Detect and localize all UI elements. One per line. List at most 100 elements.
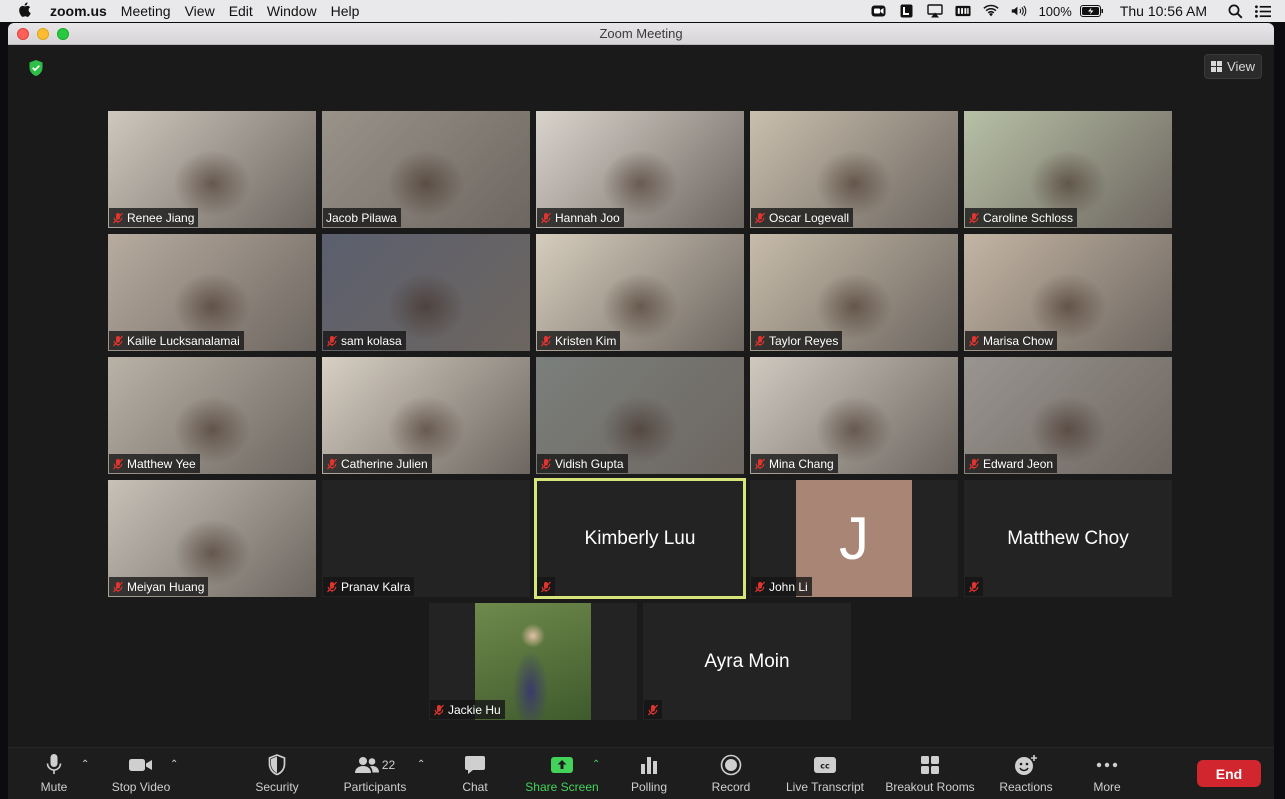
participant-tile-caroline-schloss[interactable]: Caroline Schloss <box>964 111 1172 228</box>
participant-name-tag <box>537 577 555 596</box>
video-gallery: View Renee Jiang Jacob Pilawa Hannah Joo Os… <box>8 45 1274 747</box>
muted-microphone-icon <box>754 212 766 224</box>
app-menu[interactable]: zoom.us <box>50 3 107 19</box>
participant-tile-hannah-joo[interactable]: Hannah Joo <box>536 111 744 228</box>
menu-meeting[interactable]: Meeting <box>121 3 171 19</box>
menubar-clock[interactable]: Thu 10:56 AM <box>1120 3 1207 19</box>
mute-label: Mute <box>40 780 68 794</box>
participant-name: Kristen Kim <box>555 333 617 348</box>
muted-microphone-icon <box>754 581 766 593</box>
security-shield-icon <box>268 752 286 778</box>
participant-tile-oscar-logevall[interactable]: Oscar Logevall <box>750 111 958 228</box>
participant-name-tag <box>965 577 983 596</box>
participant-name-tag: Oscar Logevall <box>751 208 854 227</box>
participant-name: Pranav Kalra <box>341 579 411 594</box>
polling-label: Polling <box>630 780 668 794</box>
window-close-button[interactable] <box>17 28 29 40</box>
video-options-caret[interactable]: ⌃ <box>170 759 178 770</box>
more-dots-icon <box>1096 752 1118 778</box>
window-maximize-button[interactable] <box>57 28 69 40</box>
participant-tile-matthew-yee[interactable]: Matthew Yee <box>108 357 316 474</box>
share-options-caret[interactable]: ⌃ <box>592 759 600 770</box>
notification-center-icon[interactable] <box>1255 4 1271 18</box>
security-button[interactable]: Security <box>252 752 302 798</box>
muted-microphone-icon <box>754 335 766 347</box>
participant-name-tag: Meiyan Huang <box>109 577 209 596</box>
stop-video-button[interactable]: Stop Video <box>110 752 172 798</box>
zoom-meeting-window: Zoom Meeting View Renee Jiang Jacob Pilaw… <box>8 23 1274 799</box>
end-meeting-button[interactable]: End <box>1197 760 1261 787</box>
participant-name: Matthew Yee <box>127 456 196 471</box>
participant-name-tag: Pranav Kalra <box>323 577 415 596</box>
participant-display-name: Matthew Choy <box>1007 527 1129 549</box>
mute-button[interactable]: Mute <box>37 752 71 798</box>
participant-tile-sam-kolasa[interactable]: sam kolasa <box>322 234 530 351</box>
participant-tile-marisa-chow[interactable]: Marisa Chow <box>964 234 1172 351</box>
participant-tile-jackie-hu[interactable]: Jackie Hu <box>429 603 637 720</box>
muted-microphone-icon <box>647 704 659 716</box>
view-button-label: View <box>1227 59 1255 74</box>
participant-tile-ayra-moin[interactable]: Ayra Moin <box>643 603 851 720</box>
apple-menu-icon[interactable] <box>18 1 40 21</box>
record-button[interactable]: Record <box>710 752 752 798</box>
participant-name-tag: Renee Jiang <box>109 208 199 227</box>
share-screen-icon <box>550 752 574 778</box>
participant-tile-kimberly-luu[interactable]: Kimberly Luu <box>534 478 746 599</box>
microphone-icon <box>46 752 62 778</box>
muted-microphone-icon <box>433 704 445 716</box>
volume-icon[interactable] <box>1011 4 1027 18</box>
participants-button[interactable]: 22 Participants <box>340 752 410 798</box>
participant-tile-taylor-reyes[interactable]: Taylor Reyes <box>750 234 958 351</box>
participant-name: Oscar Logevall <box>769 210 850 225</box>
grid-view-icon <box>1211 61 1223 72</box>
participant-name-tag: Hannah Joo <box>537 208 624 227</box>
window-titlebar: Zoom Meeting <box>8 23 1274 45</box>
participant-tile-edward-jeon[interactable]: Edward Jeon <box>964 357 1172 474</box>
window-minimize-button[interactable] <box>37 28 49 40</box>
participant-tile-kristen-kim[interactable]: Kristen Kim <box>536 234 744 351</box>
view-button[interactable]: View <box>1204 54 1262 79</box>
wifi-icon[interactable] <box>982 4 999 18</box>
participant-tile-mina-chang[interactable]: Mina Chang <box>750 357 958 474</box>
participants-options-caret[interactable]: ⌃ <box>417 759 425 770</box>
participant-tile-pranav-kalra[interactable]: Pranav Kalra <box>322 480 530 597</box>
muted-microphone-icon <box>968 212 980 224</box>
muted-microphone-icon <box>754 458 766 470</box>
menu-help[interactable]: Help <box>331 3 360 19</box>
menu-view[interactable]: View <box>185 3 215 19</box>
participant-name: sam kolasa <box>341 333 402 348</box>
participant-tile-jacob-pilawa[interactable]: Jacob Pilawa <box>322 111 530 228</box>
keyboard-icon[interactable] <box>955 4 971 18</box>
participant-name-tag: Edward Jeon <box>965 454 1058 473</box>
chat-label: Chat <box>462 780 488 794</box>
share-screen-button[interactable]: Share Screen <box>522 752 602 798</box>
polling-button[interactable]: Polling <box>628 752 670 798</box>
participant-tile-catherine-julien[interactable]: Catherine Julien <box>322 357 530 474</box>
breakout-rooms-label: Breakout Rooms <box>885 780 975 794</box>
participant-name-tag: Kailie Lucksanalamai <box>109 331 244 350</box>
app-status-icon[interactable] <box>899 4 915 18</box>
spotlight-search-icon[interactable] <box>1227 4 1243 18</box>
more-button[interactable]: More <box>1090 752 1124 798</box>
menu-edit[interactable]: Edit <box>229 3 253 19</box>
participant-tile-matthew-choy[interactable]: Matthew Choy <box>964 480 1172 597</box>
participant-name-tag: Kristen Kim <box>537 331 621 350</box>
encryption-shield-icon[interactable] <box>26 58 46 78</box>
participant-tile-renee-jiang[interactable]: Renee Jiang <box>108 111 316 228</box>
participant-tile-john-li[interactable]: J John Li <box>750 480 958 597</box>
breakout-rooms-button[interactable]: Breakout Rooms <box>884 752 976 798</box>
menu-window[interactable]: Window <box>267 3 317 19</box>
chat-button[interactable]: Chat <box>458 752 492 798</box>
reactions-button[interactable]: Reactions <box>996 752 1056 798</box>
zoom-status-icon[interactable] <box>871 4 887 18</box>
participant-tile-vidish-gupta[interactable]: Vidish Gupta <box>536 357 744 474</box>
participant-tile-kailie-lucksanalamai[interactable]: Kailie Lucksanalamai <box>108 234 316 351</box>
battery-icon[interactable] <box>1079 4 1104 18</box>
participant-name: Hannah Joo <box>555 210 620 225</box>
muted-microphone-icon <box>540 581 552 593</box>
airplay-icon[interactable] <box>926 4 943 18</box>
live-transcript-button[interactable]: cc Live Transcript <box>782 752 868 798</box>
audio-options-caret[interactable]: ⌃ <box>81 759 89 770</box>
participant-tile-meiyan-huang[interactable]: Meiyan Huang <box>108 480 316 597</box>
participant-display-name: Ayra Moin <box>704 650 790 672</box>
